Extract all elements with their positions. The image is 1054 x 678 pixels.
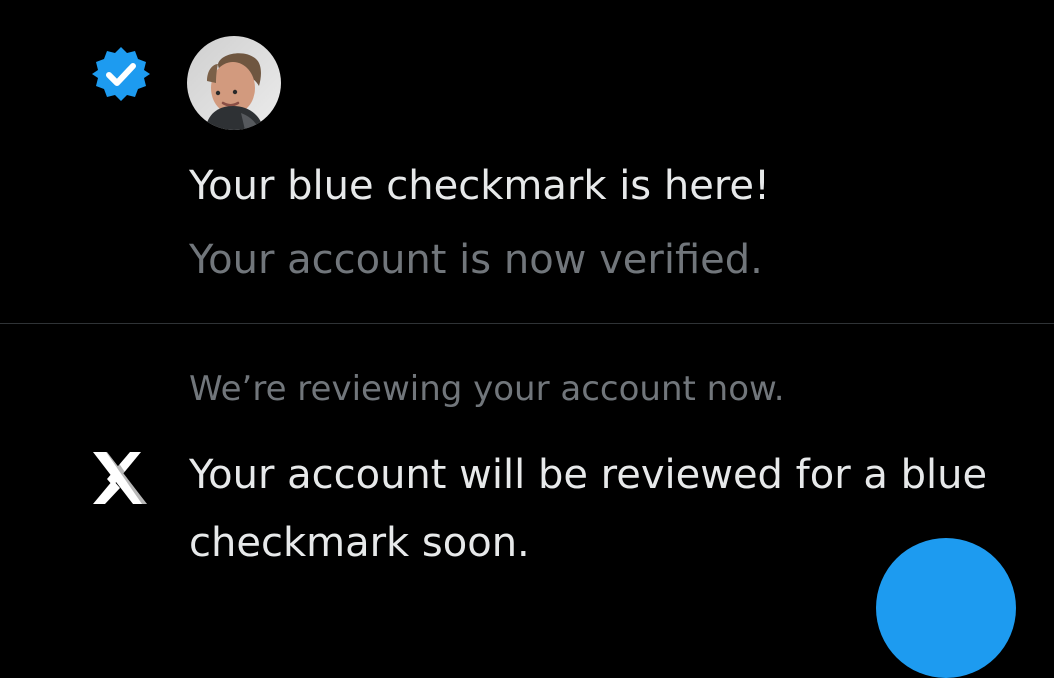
notification-subtitle: Your account is now verified. [189, 237, 763, 283]
notification-verified[interactable]: Your blue checkmark is here! Your accoun… [0, 0, 1054, 323]
notification-review[interactable]: We’re reviewing your account now. Your a… [0, 324, 1054, 574]
compose-button[interactable] [876, 538, 1016, 678]
avatar[interactable] [187, 36, 281, 130]
notification-title: Your blue checkmark is here! [189, 163, 771, 209]
notification-meta: We’re reviewing your account now. [189, 369, 785, 409]
verified-badge-icon [91, 44, 151, 104]
x-logo-icon [89, 448, 151, 508]
